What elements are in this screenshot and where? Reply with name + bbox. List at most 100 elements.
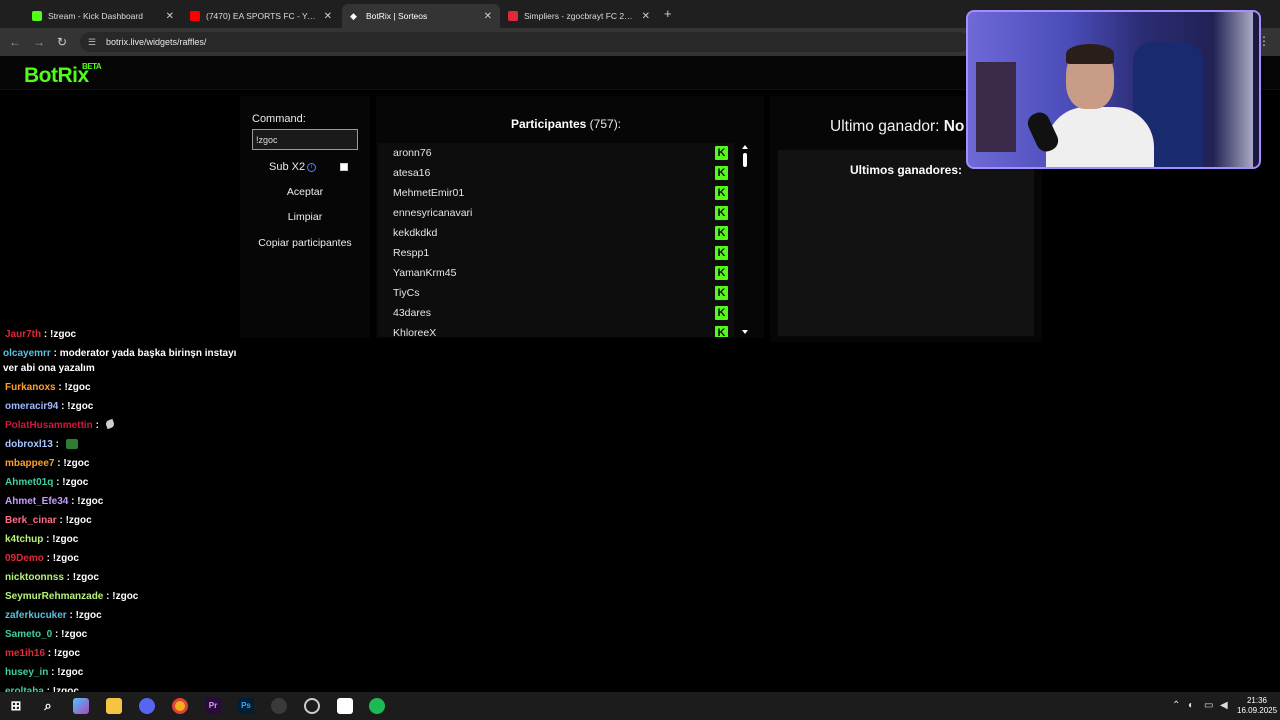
- participant-name: Respp1: [393, 247, 430, 259]
- kick-platform-icon: K: [715, 186, 728, 200]
- chat-username[interactable]: k4tchup: [5, 534, 43, 545]
- network-icon[interactable]: ▭: [1204, 700, 1213, 711]
- app-icon[interactable]: [337, 698, 353, 714]
- chat-username[interactable]: Ahmet_Efe34: [5, 496, 68, 507]
- accept-button[interactable]: Aceptar: [252, 182, 358, 202]
- participant-row: ennesyricanavari K: [378, 203, 734, 223]
- webcam-shelf: [976, 62, 1016, 152]
- scroll-thumb[interactable]: [743, 153, 747, 167]
- game-icon[interactable]: ◐: [1188, 700, 1194, 711]
- chevron-up-icon[interactable]: ⌃: [1172, 700, 1180, 711]
- windows-start-icon[interactable]: ⊞: [8, 698, 24, 714]
- participant-name: TiyCs: [393, 287, 420, 299]
- discord-icon[interactable]: [139, 698, 155, 714]
- scroll-up-icon[interactable]: [742, 145, 748, 149]
- participants-count: (757):: [589, 117, 622, 131]
- webcam-person-body: [1046, 107, 1154, 167]
- info-icon[interactable]: i: [307, 163, 316, 172]
- chat-username[interactable]: mbappee7: [5, 458, 54, 469]
- chat-username[interactable]: zaferkucuker: [5, 610, 67, 621]
- chat-username[interactable]: Sameto_0: [5, 629, 52, 640]
- spotify-icon[interactable]: [369, 698, 385, 714]
- close-icon[interactable]: ✕: [642, 11, 650, 22]
- chat-message: mbappee7 : !zgoc: [5, 456, 89, 471]
- chat-message: Sameto_0 : !zgoc: [5, 627, 87, 642]
- back-icon[interactable]: ←: [6, 33, 24, 51]
- chat-username[interactable]: husey_in: [5, 667, 48, 678]
- clear-button[interactable]: Limpiar: [252, 207, 358, 227]
- reload-icon[interactable]: ↻: [53, 33, 71, 51]
- chat-username[interactable]: Jaur7th: [5, 329, 41, 340]
- participant-row: TiyCs K: [378, 283, 734, 303]
- chat-username[interactable]: omeracir94: [5, 401, 58, 412]
- sub-x2-checkbox[interactable]: [340, 163, 348, 171]
- participant-row: YamanKrm45 K: [378, 263, 734, 283]
- chat-text: : !zgoc: [41, 329, 77, 340]
- botrix-logo[interactable]: BotRix BETA: [24, 62, 102, 88]
- chat-username[interactable]: me1ih16: [5, 648, 45, 659]
- chat-username[interactable]: Ahmet01q: [5, 477, 53, 488]
- copy-participants-button[interactable]: Copiar participantes: [252, 233, 358, 253]
- address-bar[interactable]: ☰ botrix.live/widgets/raffles/: [80, 32, 970, 52]
- participant-row: KhloreeX K: [378, 323, 734, 337]
- chrome-icon[interactable]: [172, 698, 188, 714]
- participants-list[interactable]: aronn76 Katesa16 K MehmetEmir01 Kennesyrican…: [378, 143, 734, 337]
- tab-botrix[interactable]: ◆ BotRix | Sorteos ✕: [342, 4, 500, 28]
- chat-username[interactable]: PolatHusammettin: [5, 420, 93, 431]
- copilot-icon[interactable]: [73, 698, 89, 714]
- file-explorer-icon[interactable]: [106, 698, 122, 714]
- chat-username[interactable]: dobroxl13: [5, 439, 53, 450]
- tab-title: (7470) EA SPORTS FC - YouTube: [206, 11, 318, 21]
- settings-app-icon[interactable]: [271, 698, 287, 714]
- new-tab-icon[interactable]: +: [664, 6, 672, 21]
- participant-name: YamanKrm45: [393, 267, 457, 279]
- participants-panel: Participantes (757): aronn76 Katesa16 K Meh…: [376, 96, 764, 338]
- chat-username[interactable]: olcayemrr: [3, 348, 51, 359]
- recent-winners-box: Ultimos ganadores:: [778, 150, 1034, 336]
- site-info-icon[interactable]: ☰: [88, 37, 98, 47]
- participant-row: kekdkdkd K: [378, 223, 734, 243]
- close-icon[interactable]: ✕: [324, 11, 332, 22]
- youtube-icon: [190, 11, 200, 21]
- chat-message: Jaur7th : !zgoc: [5, 327, 76, 342]
- obs-icon[interactable]: [304, 698, 320, 714]
- chat-username[interactable]: Furkanoxs: [5, 382, 56, 393]
- kick-platform-icon: K: [715, 326, 728, 337]
- scroll-down-icon[interactable]: [742, 330, 748, 334]
- participant-row: Respp1 K: [378, 243, 734, 263]
- chat-message: Berk_cinar : !zgoc: [5, 513, 92, 528]
- premiere-icon[interactable]: Pr: [205, 698, 221, 714]
- tab-simpliers[interactable]: Simpliers - zgocbrayt FC 26 2 a ✕: [500, 4, 658, 28]
- search-icon[interactable]: ⌕: [40, 698, 56, 714]
- logo-text: BotRix: [24, 64, 89, 87]
- participant-name: MehmetEmir01: [393, 187, 465, 199]
- close-icon[interactable]: ✕: [166, 11, 174, 22]
- command-input[interactable]: [252, 129, 358, 150]
- clock[interactable]: 21:36 16.09.2025: [1237, 696, 1277, 716]
- tab-title: Stream - Kick Dashboard: [48, 11, 143, 21]
- webcam-light: [1213, 12, 1253, 167]
- tab-title: BotRix | Sorteos: [366, 11, 428, 21]
- photoshop-icon[interactable]: Ps: [238, 698, 254, 714]
- last-winner-label: Ultimo ganador:: [830, 118, 940, 135]
- tab-kick-dashboard[interactable]: Stream - Kick Dashboard ✕: [24, 4, 182, 28]
- participant-name: atesa16: [393, 167, 431, 179]
- forward-icon[interactable]: →: [30, 33, 48, 51]
- volume-icon[interactable]: ◀: [1220, 700, 1228, 711]
- participant-name: KhloreeX: [393, 327, 437, 337]
- participant-name: aronn76: [393, 147, 432, 159]
- chat-username[interactable]: 09Demo: [5, 553, 44, 564]
- taskbar: ⊞ ⌕ Pr Ps ⌃ ◐ ▭ ◀ 21:36 16.09.2025: [0, 692, 1280, 720]
- chat-text: : !zgoc: [48, 667, 84, 678]
- chat-username[interactable]: SeymurRehmanzade: [5, 591, 103, 602]
- last-winner: Ultimo ganador: No: [830, 118, 964, 136]
- last-winner-name: No: [943, 118, 965, 135]
- participants-scrollbar[interactable]: [740, 143, 750, 337]
- chat-username[interactable]: Berk_cinar: [5, 515, 57, 526]
- tab-youtube[interactable]: (7470) EA SPORTS FC - YouTube ✕: [182, 4, 340, 28]
- close-icon[interactable]: ✕: [484, 11, 492, 22]
- chat-text: : !zgoc: [43, 553, 79, 564]
- chat-message: dobroxl13 :: [5, 437, 78, 452]
- participant-name: ennesyricanavari: [393, 207, 473, 219]
- chat-username[interactable]: nicktoonnss: [5, 572, 64, 583]
